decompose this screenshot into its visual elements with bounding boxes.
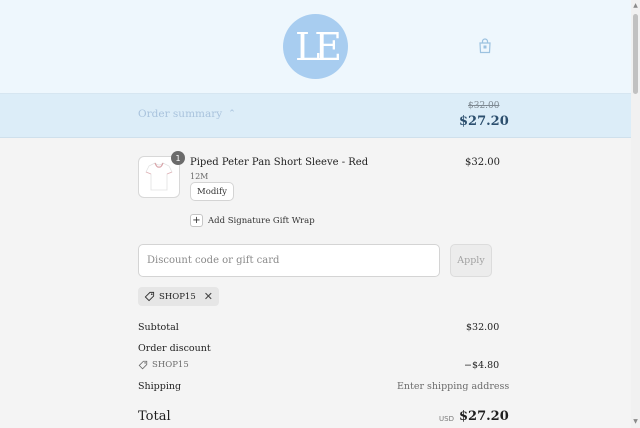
shipping-value: Enter shipping address [397, 381, 510, 392]
add-gift-wrap[interactable]: + Add Signature Gift Wrap [190, 214, 315, 227]
tag-icon [144, 291, 155, 302]
total-value: $27.20 [459, 409, 509, 424]
logo-text: LE [295, 24, 342, 69]
shipping-label: Shipping [138, 381, 182, 392]
total-label: Total [138, 409, 171, 424]
order-summary-bar: Order summary ⌃ [0, 94, 631, 138]
product-name: Piped Peter Pan Short Sleeve - Red [190, 157, 369, 168]
subtotal-value: $32.00 [466, 322, 500, 333]
quantity-badge: 1 [171, 151, 185, 165]
scroll-down-icon[interactable]: ▼ [632, 418, 639, 426]
product-price: $32.00 [465, 157, 500, 168]
applied-code-label: SHOP15 [159, 291, 196, 302]
discount-code-row: SHOP15 [138, 360, 189, 370]
gift-wrap-label: Add Signature Gift Wrap [208, 215, 315, 226]
applied-discount-tag: SHOP15 ✕ [138, 287, 219, 306]
discount-amount: −$4.80 [464, 360, 500, 371]
summary-total-price: $27.20 [459, 114, 509, 129]
discount-code-input[interactable] [138, 244, 440, 277]
scrollbar-thumb[interactable] [633, 14, 638, 94]
order-discount-label: Order discount [138, 343, 211, 354]
modify-button[interactable]: Modify [190, 182, 234, 201]
header: LE [0, 0, 631, 94]
page-scrollbar[interactable]: ▲ ▼ [631, 0, 640, 428]
original-price: $32.00 [468, 101, 500, 111]
apply-discount-button[interactable]: Apply [450, 244, 492, 277]
discount-code-label: SHOP15 [152, 360, 189, 370]
order-summary-toggle[interactable]: Order summary ⌃ [138, 108, 236, 120]
product-variant: 12M [190, 172, 209, 181]
order-summary-label: Order summary [138, 108, 223, 120]
subtotal-label: Subtotal [138, 322, 179, 333]
plus-icon: + [190, 214, 203, 227]
brand-logo[interactable]: LE [283, 14, 348, 79]
currency-code: USD [439, 415, 454, 423]
scroll-up-icon[interactable]: ▲ [632, 2, 639, 10]
remove-discount-icon[interactable]: ✕ [204, 290, 213, 303]
shopping-bag-icon[interactable] [477, 38, 493, 54]
chevron-up-icon: ⌃ [228, 109, 236, 119]
tag-icon [138, 360, 148, 370]
